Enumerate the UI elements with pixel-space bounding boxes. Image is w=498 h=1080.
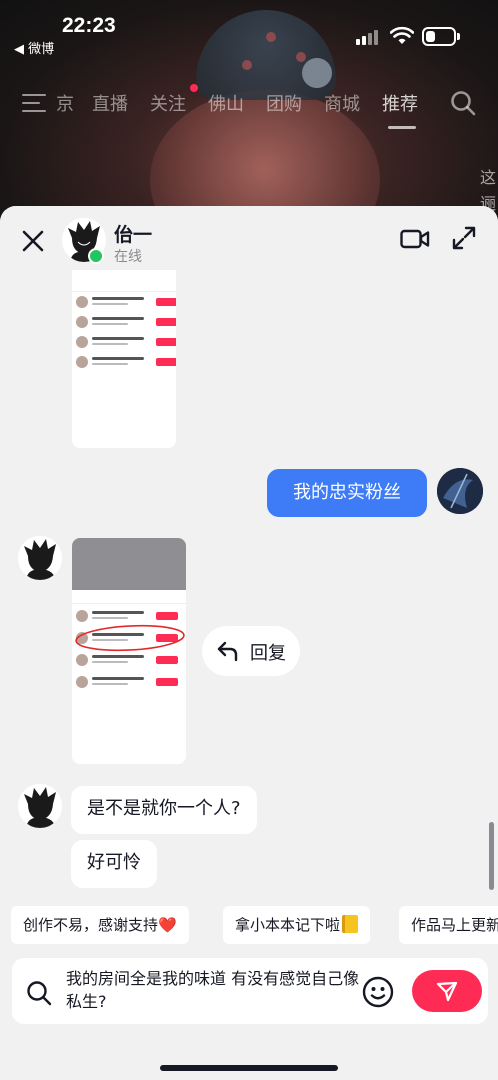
message-bubble[interactable]: 好可怜 bbox=[71, 840, 157, 888]
chat-contact-status: 在线 bbox=[114, 249, 142, 265]
menu-icon[interactable] bbox=[22, 94, 46, 112]
chip-label: 作品马上更新 bbox=[411, 916, 498, 934]
thumb-subheader bbox=[72, 590, 186, 604]
contact-avatar[interactable] bbox=[18, 536, 62, 580]
nav-item-live[interactable]: 直播 bbox=[92, 90, 128, 116]
nav-item-groupbuy[interactable]: 团购 bbox=[266, 90, 302, 116]
battery-icon bbox=[422, 27, 460, 46]
my-message-bubble[interactable]: 我的忠实粉丝 bbox=[267, 469, 427, 517]
wifi-icon bbox=[390, 26, 414, 44]
chip-label: 拿小本本记下啦 bbox=[235, 916, 341, 934]
expand-icon[interactable] bbox=[452, 226, 476, 250]
nav-item-recommend[interactable]: 推荐 bbox=[382, 90, 418, 116]
thumb-dark-header bbox=[72, 538, 186, 590]
video-call-icon[interactable] bbox=[400, 228, 430, 250]
back-to-app-link[interactable]: ◀ 微博 bbox=[14, 38, 54, 57]
signal-icon bbox=[356, 29, 382, 45]
close-icon[interactable] bbox=[20, 228, 46, 254]
reply-label: 回复 bbox=[250, 643, 286, 664]
reply-button[interactable]: 回复 bbox=[202, 626, 300, 676]
image-message[interactable] bbox=[72, 270, 176, 448]
video-ball bbox=[302, 58, 332, 88]
send-button[interactable] bbox=[412, 970, 482, 1012]
red-circle-annotation bbox=[75, 624, 185, 652]
heart-icon: ❤️ bbox=[158, 916, 177, 934]
quick-reply-bar: 创作不易，感谢支持❤️ 拿小本本记下啦 作品马上更新 bbox=[0, 906, 498, 946]
reply-icon bbox=[217, 641, 238, 662]
chat-sheet: 佁一 在线 我的忠实粉丝 回复 是不是就你一个人? 好可怜 创作不易，感谢支持❤… bbox=[0, 206, 498, 1080]
nav-item-mall[interactable]: 商城 bbox=[324, 90, 360, 116]
chat-contact-name: 佁一 bbox=[114, 224, 153, 246]
status-time: 22:23 bbox=[62, 14, 116, 37]
search-icon[interactable] bbox=[450, 90, 476, 116]
nav-item-city[interactable]: 佛山 bbox=[208, 90, 244, 116]
chip-label: 创作不易，感谢支持 bbox=[23, 916, 159, 934]
nav-item[interactable]: 京 bbox=[56, 90, 74, 116]
top-nav: 京 直播 关注 佛山 团购 商城 推荐 bbox=[0, 88, 498, 129]
quick-reply-chip[interactable]: 作品马上更新 bbox=[399, 906, 498, 944]
scrollbar[interactable] bbox=[489, 822, 494, 890]
quick-reply-chip[interactable]: 拿小本本记下啦 bbox=[223, 906, 371, 944]
chat-header: 佁一 在线 bbox=[0, 206, 498, 270]
message-bubble[interactable]: 是不是就你一个人? bbox=[71, 786, 257, 834]
online-status-dot bbox=[88, 248, 104, 264]
my-avatar[interactable] bbox=[437, 468, 483, 514]
nav-active-indicator bbox=[388, 126, 416, 129]
quick-reply-chip[interactable]: 创作不易，感谢支持❤️ bbox=[11, 906, 189, 944]
notebook-icon bbox=[342, 915, 359, 933]
contact-avatar[interactable] bbox=[18, 784, 62, 828]
hat-dot bbox=[296, 52, 306, 62]
message-composer[interactable]: 我的房间全是我的味道 有没有感觉自己像私生? bbox=[12, 958, 488, 1024]
emoji-icon[interactable] bbox=[362, 976, 394, 1008]
search-icon[interactable] bbox=[26, 980, 52, 1006]
nav-item-follow[interactable]: 关注 bbox=[150, 90, 186, 116]
home-indicator[interactable] bbox=[160, 1065, 338, 1071]
hat-dot bbox=[266, 32, 276, 42]
edge-text: 这 bbox=[480, 168, 497, 187]
message-input[interactable]: 我的房间全是我的味道 有没有感觉自己像私生? bbox=[66, 967, 362, 1013]
thumb-header bbox=[72, 274, 176, 292]
image-message[interactable] bbox=[72, 538, 186, 764]
send-icon bbox=[436, 981, 458, 1002]
hat-dot bbox=[242, 60, 252, 70]
notification-dot bbox=[190, 84, 198, 92]
